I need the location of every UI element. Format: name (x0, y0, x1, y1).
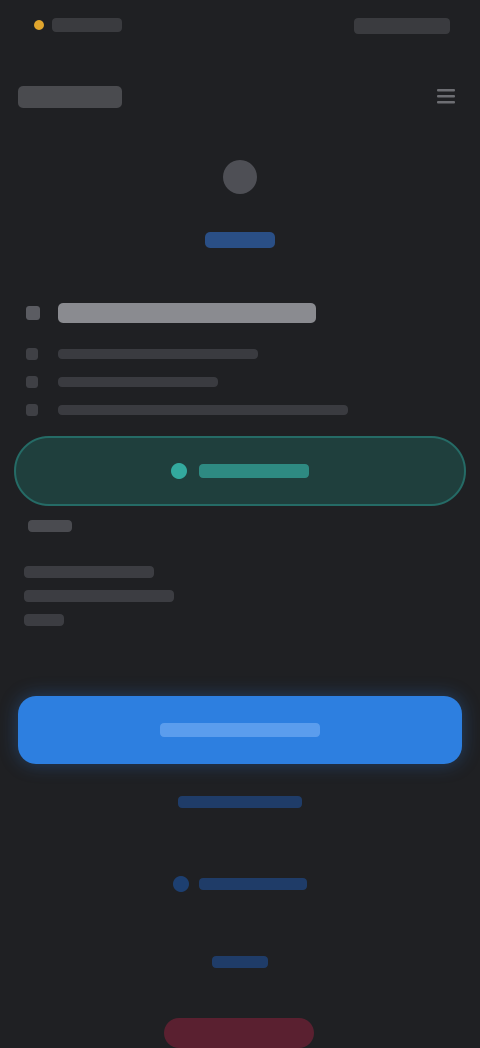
section-line (24, 614, 64, 626)
list-item (26, 340, 348, 368)
status-time-placeholder (52, 18, 122, 32)
secondary-link-with-icon[interactable] (0, 876, 480, 892)
danger-button[interactable] (164, 1018, 314, 1048)
list-item-text (58, 377, 218, 387)
list-item-text (58, 349, 258, 359)
secondary-link-label (199, 878, 307, 890)
list-item (26, 396, 348, 424)
menu-icon[interactable] (434, 84, 458, 108)
list-item (26, 368, 348, 396)
teal-action-label (199, 464, 309, 478)
app-title (18, 86, 122, 108)
headline-bullet-icon (26, 306, 40, 320)
tertiary-link[interactable] (0, 956, 480, 968)
section-line (24, 566, 154, 578)
section-line (24, 590, 174, 602)
hero-link[interactable] (205, 232, 275, 248)
headline-row (26, 298, 446, 328)
app-bar (0, 70, 480, 122)
teal-action-button[interactable] (14, 436, 466, 506)
status-left (34, 18, 122, 32)
list-bullet-icon (26, 376, 38, 388)
notification-dot-icon (34, 20, 44, 30)
tertiary-link-label (212, 956, 268, 968)
list-item-text (58, 405, 348, 415)
secondary-link[interactable] (0, 796, 480, 808)
status-bar (0, 0, 480, 56)
section-heading (28, 520, 72, 532)
section-body (24, 566, 174, 638)
headline-text (58, 303, 316, 323)
detail-list (26, 340, 348, 424)
hero-section (0, 160, 480, 253)
secondary-link-label (178, 796, 302, 808)
primary-button-label (160, 723, 320, 737)
primary-button[interactable] (18, 696, 462, 764)
avatar (223, 160, 257, 194)
status-indicators (354, 18, 450, 34)
check-circle-icon (171, 463, 187, 479)
link-icon (173, 876, 189, 892)
list-bullet-icon (26, 348, 38, 360)
list-bullet-icon (26, 404, 38, 416)
